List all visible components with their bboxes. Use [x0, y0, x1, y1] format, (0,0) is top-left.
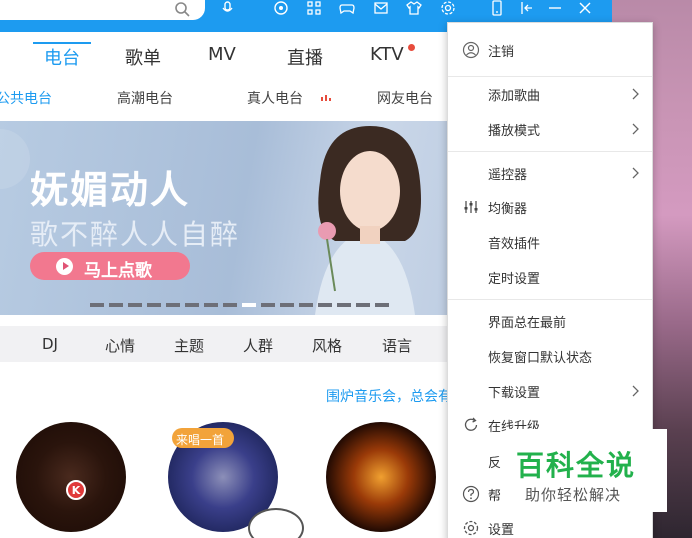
menu-item-logout[interactable]: 注销: [448, 36, 652, 64]
menu-item-settings[interactable]: 设置: [448, 514, 652, 538]
category-crowd[interactable]: 人群: [243, 335, 273, 356]
carousel-dot[interactable]: [242, 303, 256, 307]
menu-label-play-mode: 播放模式: [488, 124, 541, 139]
carousel-dot[interactable]: [147, 303, 161, 307]
skin-icon[interactable]: [405, 0, 423, 16]
carousel-dot[interactable]: [356, 303, 370, 307]
menu-item-equalizer[interactable]: 均衡器: [448, 193, 652, 221]
radio-cover-ktv[interactable]: [16, 422, 126, 532]
subnav-climax-radio[interactable]: 高潮电台: [117, 88, 173, 108]
carousel-dot[interactable]: [280, 303, 294, 307]
playing-wave-icon: [321, 95, 331, 101]
menu-label-always-on-top: 界面总在最前: [488, 316, 567, 331]
carousel-dot[interactable]: [109, 303, 123, 307]
category-dj[interactable]: DJ: [42, 335, 58, 353]
chevron-right-icon: [632, 167, 639, 179]
menu-label-add-song: 添加歌曲: [488, 89, 541, 104]
watermark-subtitle: 助你轻松解决: [525, 486, 622, 504]
menu-item-download-settings[interactable]: 下载设置: [448, 377, 652, 405]
radio-cover-fire[interactable]: [326, 422, 436, 532]
menu-label-download-settings: 下载设置: [488, 386, 541, 401]
banner-subtitle: 歌不醉人人自醉: [30, 218, 241, 251]
mascot-image: [248, 508, 304, 538]
order-song-label: 马上点歌: [84, 261, 152, 281]
tab-live[interactable]: 直播: [287, 44, 323, 70]
category-language[interactable]: 语言: [382, 335, 412, 356]
watermark-title: 百科全说: [516, 449, 637, 482]
menu-item-add-song[interactable]: 添加歌曲: [448, 80, 652, 108]
banner-title: 妩媚动人: [30, 167, 191, 212]
banner-decoration: [0, 129, 30, 189]
menu-divider: [448, 151, 652, 152]
tab-ktv[interactable]: KTV: [370, 44, 404, 65]
settings-gear-icon[interactable]: [439, 0, 457, 16]
carousel-dot[interactable]: [261, 303, 275, 307]
mail-icon[interactable]: [372, 0, 390, 16]
tab-radio[interactable]: 电台: [44, 44, 80, 70]
game-controller-icon[interactable]: [338, 0, 356, 16]
search-icon[interactable]: [174, 1, 190, 17]
menu-item-remote[interactable]: 遥控器: [448, 159, 652, 187]
carousel-dot[interactable]: [375, 303, 389, 307]
settings-icon: [463, 520, 479, 536]
sing-badge-label: 来唱一首: [176, 433, 225, 447]
menu-label-settings: 设置: [488, 523, 515, 538]
user-logout-icon: [462, 41, 480, 59]
menu-divider: [448, 299, 652, 300]
menu-label-restore-window: 恢复窗口默认状态: [488, 351, 593, 366]
app-grid-icon[interactable]: [305, 0, 323, 16]
category-theme[interactable]: 主题: [174, 335, 204, 356]
active-tab-indicator: [33, 42, 91, 44]
banner-singer-image: [315, 126, 421, 315]
carousel-dot[interactable]: [299, 303, 313, 307]
chevron-right-icon: [632, 123, 639, 135]
chevron-right-icon: [632, 385, 639, 397]
menu-label-help-partial: 帮: [488, 489, 502, 504]
subnav-netizen-radio[interactable]: 网友电台: [377, 88, 433, 108]
menu-item-always-on-top[interactable]: 界面总在最前: [448, 307, 652, 335]
help-icon: [462, 485, 480, 503]
tab-playlist[interactable]: 歌单: [125, 44, 161, 70]
tab-mv[interactable]: MV: [208, 44, 236, 65]
mobile-phone-icon[interactable]: [488, 0, 506, 16]
category-style[interactable]: 风格: [312, 335, 342, 356]
menu-item-restore-window[interactable]: 恢复窗口默认状态: [448, 342, 652, 370]
equalizer-icon: [464, 201, 478, 213]
category-mood[interactable]: 心情: [105, 335, 135, 356]
carousel-dot[interactable]: [128, 303, 142, 307]
subnav-public-radio[interactable]: 公共电台: [0, 88, 52, 108]
menu-label-sound-plugins: 音效插件: [488, 237, 541, 252]
carousel-dot[interactable]: [223, 303, 237, 307]
menu-label-timer: 定时设置: [488, 272, 541, 287]
record-icon[interactable]: [272, 0, 290, 16]
minimize-icon[interactable]: [546, 0, 564, 16]
chevron-right-icon: [632, 88, 639, 100]
close-icon[interactable]: [576, 0, 594, 16]
menu-label-logout: 注销: [488, 45, 515, 60]
carousel-dot[interactable]: [337, 303, 351, 307]
microphone-icon[interactable]: [218, 0, 236, 16]
mini-mode-icon[interactable]: [518, 0, 536, 16]
update-icon: [464, 417, 478, 431]
menu-item-sound-plugins[interactable]: 音效插件: [448, 228, 652, 256]
carousel-dot[interactable]: [204, 303, 218, 307]
menu-label-equalizer: 均衡器: [488, 202, 528, 217]
subnav-real-person-radio[interactable]: 真人电台: [247, 88, 303, 108]
menu-item-timer[interactable]: 定时设置: [448, 263, 652, 291]
notification-dot: [408, 44, 415, 51]
menu-divider: [448, 76, 652, 77]
menu-label-remote: 遥控器: [488, 168, 528, 183]
carousel-dot[interactable]: [90, 303, 104, 307]
carousel-dot[interactable]: [166, 303, 180, 307]
menu-label-feedback-partial: 反: [488, 456, 502, 471]
k-logo-icon: K: [66, 480, 86, 500]
promo-link[interactable]: 围炉音乐会，总会有: [326, 386, 452, 406]
menu-item-play-mode[interactable]: 播放模式: [448, 115, 652, 143]
play-icon: [63, 262, 69, 270]
carousel-dot[interactable]: [318, 303, 332, 307]
carousel-dot[interactable]: [185, 303, 199, 307]
